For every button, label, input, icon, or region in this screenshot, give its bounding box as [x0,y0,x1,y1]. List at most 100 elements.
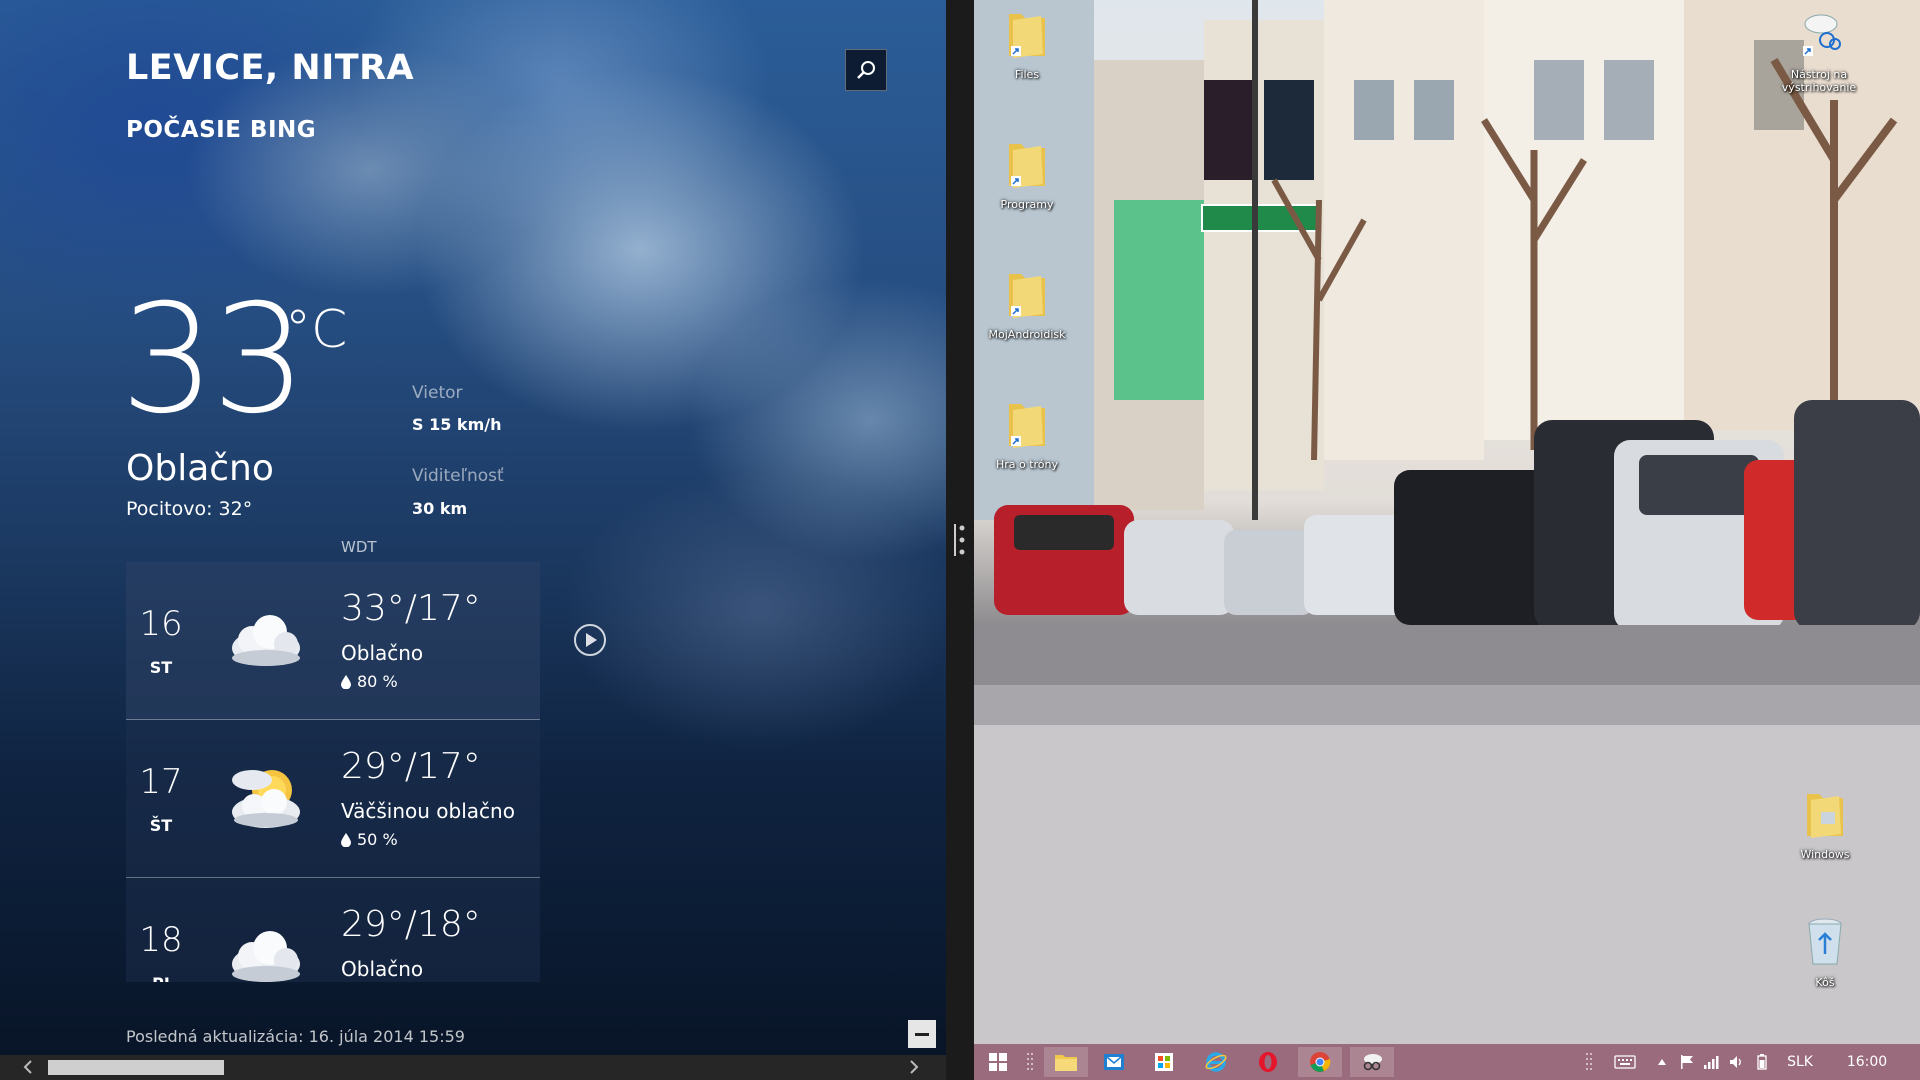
forecast-temperatures: 33°/17° [341,588,481,629]
battery-icon [1757,1054,1767,1070]
snipping-tool-icon [1363,1054,1382,1071]
signal-bars-icon [1704,1056,1719,1069]
snipping-tool-icon [1803,14,1841,56]
folder-icon [1807,794,1843,838]
desktop-icon-snipping-tool[interactable]: Nástroj na výstrihovanie [1774,6,1864,94]
feels-like: Pocitovo: 32° [126,498,253,520]
search-icon [857,61,875,79]
desktop-icon-label: Programy [1000,198,1054,211]
minus-icon [915,1032,929,1036]
chevron-right-icon[interactable] [906,1059,922,1075]
wind-value: S 15 km/h [412,415,502,434]
action-center-button[interactable] [1676,1044,1698,1080]
desktop-icon-label: Nástroj na výstrihovanie [1781,68,1857,94]
current-temperature: 33 [120,273,307,447]
forecast-precipitation: 80 % [341,672,398,691]
current-condition: Oblačno [126,448,274,489]
desktop-icon-label: MojAndroidisk [988,328,1066,341]
chrome-button[interactable] [1298,1047,1342,1077]
input-language-button[interactable]: SLK [1780,1044,1820,1080]
visibility-value: 30 km [412,499,468,518]
desktop-icon-label: Files [1014,68,1040,81]
partly-cloudy-icon [232,770,300,828]
desktop-icon-label: Kôš [1815,976,1835,989]
store-button[interactable] [1142,1047,1186,1077]
chevron-up-icon [1658,1059,1666,1065]
forecast-temperatures: 29°/17° [341,746,481,787]
folder-shortcut-icon [1009,274,1045,318]
folder-shortcut-icon [1009,144,1045,188]
battery-button[interactable] [1752,1044,1772,1080]
file-explorer-icon [1055,1055,1077,1071]
precipitation-value: 50 % [357,830,398,849]
opera-icon [1259,1052,1277,1072]
forecast-date: 18 [139,920,183,960]
desktop: Files Programy MojAndroidisk Hra o tróny [974,0,1920,1044]
weather-app: LEVICE, NITRA POČASIE BING 33 °C Oblačno… [0,0,946,1080]
snap-splitter[interactable] [946,0,974,1080]
forecast-weekday: ŠT [149,816,173,835]
snipping-tool-taskbar-button[interactable] [1350,1047,1394,1077]
visibility-label: Viditeľnosť [412,466,504,486]
show-hidden-icons-button[interactable] [1652,1044,1672,1080]
desktop-icon-recycle-bin[interactable]: Kôš [1780,914,1870,989]
forecast-weekday: ST [149,658,173,677]
forecast-day[interactable]: 18 PI 29°/18° Oblačno [126,878,540,982]
touch-keyboard-button[interactable] [1610,1044,1640,1080]
horizontal-scrollbar[interactable] [0,1055,946,1080]
desktop-icon-windows[interactable]: Windows [1780,786,1870,861]
desktop-icon-programy[interactable]: Programy [982,136,1072,211]
forecast-temperatures: 29°/18° [341,904,481,945]
chevron-left-icon[interactable] [20,1059,36,1075]
keyboard-icon [1614,1055,1636,1069]
raindrop-icon [341,674,351,689]
desktop-icon-label: Windows [1800,848,1850,861]
forecast-precipitation: 50 % [341,830,398,849]
splitter-grip-icon[interactable] [954,520,966,560]
desktop-icon-label: Hra o tróny [995,458,1059,471]
city-title: LEVICE, NITRA [126,48,415,88]
scrollbar-thumb[interactable] [48,1060,224,1075]
internet-explorer-button[interactable] [1194,1047,1238,1077]
volume-button[interactable] [1726,1044,1748,1080]
forecast-condition: Väčšinou oblačno [341,799,515,823]
raindrop-icon [341,832,351,847]
tray-grip[interactable] [1582,1044,1596,1080]
internet-explorer-icon [1205,1052,1227,1072]
folder-shortcut-icon [1009,404,1045,448]
folder-shortcut-icon [1009,14,1045,58]
forecast-condition: Oblačno [341,957,424,981]
taskbar-grip[interactable] [1020,1047,1040,1077]
data-source: WDT [341,538,377,556]
wind-label: Vietor [412,383,463,403]
temperature-unit[interactable]: °C [285,300,347,360]
outlook-button[interactable] [1092,1047,1136,1077]
precipitation-value: 80 % [357,672,398,691]
wallpaper [974,0,1920,1044]
desktop-icon-hra-o-trony[interactable]: Hra o tróny [982,396,1072,471]
collapse-button[interactable] [908,1020,936,1048]
cloudy-icon [232,931,300,982]
opera-button[interactable] [1246,1047,1290,1077]
start-button[interactable] [976,1047,1020,1077]
play-button[interactable] [573,623,607,657]
forecast-day[interactable]: 16 ST 33°/17° Oblačno 80 % [126,562,540,720]
mail-icon [1104,1054,1124,1070]
app-title: POČASIE BING [126,117,317,143]
network-button[interactable] [1700,1044,1722,1080]
flag-icon [1681,1055,1693,1069]
forecast-list: 16 ST 33°/17° Oblačno 80 % 17 ŠT 29°/17°… [126,562,540,982]
file-explorer-button[interactable] [1044,1047,1088,1077]
recycle-bin-icon [1808,918,1842,965]
clock[interactable]: 16:00 [1832,1044,1902,1080]
cloudy-icon [232,615,300,666]
desktop-icon-files[interactable]: Files [982,6,1072,81]
forecast-weekday: PI [126,974,196,982]
search-button[interactable] [845,49,887,91]
grip-dots-icon [1027,1053,1033,1070]
forecast-day[interactable]: 17 ŠT 29°/17° Väčšinou oblačno 50 % [126,720,540,878]
desktop-icon-mojandroidisk[interactable]: MojAndroidisk [982,266,1072,341]
grip-dots-icon [1586,1053,1592,1070]
taskbar: SLK 16:00 [974,1044,1920,1080]
forecast-date: 17 [139,762,183,802]
